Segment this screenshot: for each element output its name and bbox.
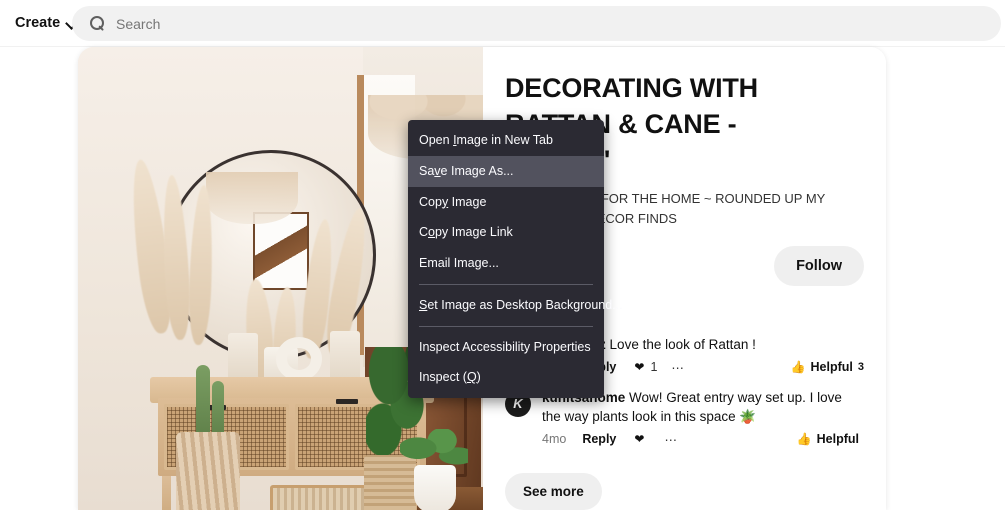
comment-like-count: 1: [650, 360, 658, 375]
comment-helpful-count: 3: [857, 361, 864, 374]
image-context-menu[interactable]: Open Image in New Tab Save Image As... Cop…: [408, 120, 623, 398]
image-drawer-handle-right: [336, 399, 358, 404]
context-menu-item-save-image-as[interactable]: Save Image As...: [408, 155, 604, 187]
thumbs-up-icon: 👍: [796, 432, 812, 447]
follow-button[interactable]: Follow: [774, 245, 864, 286]
context-menu-separator: [419, 325, 593, 327]
heart-icon[interactable]: ❤: [634, 360, 644, 374]
context-menu-item-inspect[interactable]: Inspect (Q): [408, 362, 604, 393]
comment-helpful-label: Helpful: [816, 432, 859, 447]
thumbs-up-icon: 👍: [790, 360, 806, 375]
context-menu-separator: [419, 283, 593, 285]
pinterest-pin-page: Create Search DECORATING WITH RATTAN & C…: [0, 0, 1005, 510]
comment-helpful-button[interactable]: 👍 Helpful: [797, 432, 864, 446]
comment-reply-button[interactable]: Reply: [582, 432, 616, 446]
access-key: y: [441, 194, 449, 209]
comment-helpful-label: Helpful: [810, 360, 853, 375]
image-woven-tray: [270, 485, 368, 510]
image-macrame-hanging: [206, 172, 298, 224]
see-more-button[interactable]: See more: [505, 472, 602, 510]
context-menu-item-copy-image[interactable]: Copy Image: [408, 187, 604, 218]
create-button-label: Create: [15, 15, 61, 31]
comment-timestamp: 4mo: [542, 432, 567, 447]
image-wood-planter: [176, 432, 240, 510]
image-cactus-1: [196, 365, 210, 439]
image-white-pot: [414, 465, 456, 510]
search-icon: [90, 16, 105, 31]
access-key: S: [419, 297, 428, 312]
context-menu-item-inspect-accessibility-properties[interactable]: Inspect Accessibility Properties: [408, 332, 604, 363]
access-key: I: [453, 133, 457, 147]
image-vase-left: [228, 333, 258, 383]
search-bar[interactable]: Search: [72, 6, 1001, 41]
search-input-placeholder[interactable]: Search: [116, 16, 160, 32]
context-menu-item-open-image-new-tab[interactable]: Open Image in New Tab: [408, 125, 604, 156]
ellipsis-icon[interactable]: ⋯: [671, 360, 685, 375]
pin-title-line-1: DECORATING WITH: [505, 73, 758, 103]
context-menu-item-email-image[interactable]: Email Image...: [408, 248, 604, 279]
access-key: o: [428, 225, 435, 240]
access-key: Q: [466, 370, 477, 385]
comment-message: Love the look of Rattan !: [609, 337, 756, 352]
context-menu-item-set-image-desktop-background[interactable]: Set Image as Desktop Background...: [408, 290, 623, 321]
top-header: Create Search: [0, 0, 1005, 47]
comment-meta: 4mo Reply ❤ ⋯ 👍 Helpful: [542, 432, 864, 447]
access-key: g: [474, 256, 482, 270]
ellipsis-icon[interactable]: ⋯: [664, 432, 678, 447]
comment-helpful-button[interactable]: 👍 Helpful 3: [791, 360, 864, 374]
heart-icon[interactable]: ❤: [634, 432, 644, 446]
context-menu-item-copy-image-link[interactable]: Copy Image Link: [408, 217, 604, 248]
image-cactus-2: [212, 381, 224, 439]
image-vase-right: [330, 331, 360, 383]
access-key: v: [434, 163, 441, 178]
image-table-leg-left: [162, 476, 171, 510]
image-donut-vase: [276, 337, 322, 381]
